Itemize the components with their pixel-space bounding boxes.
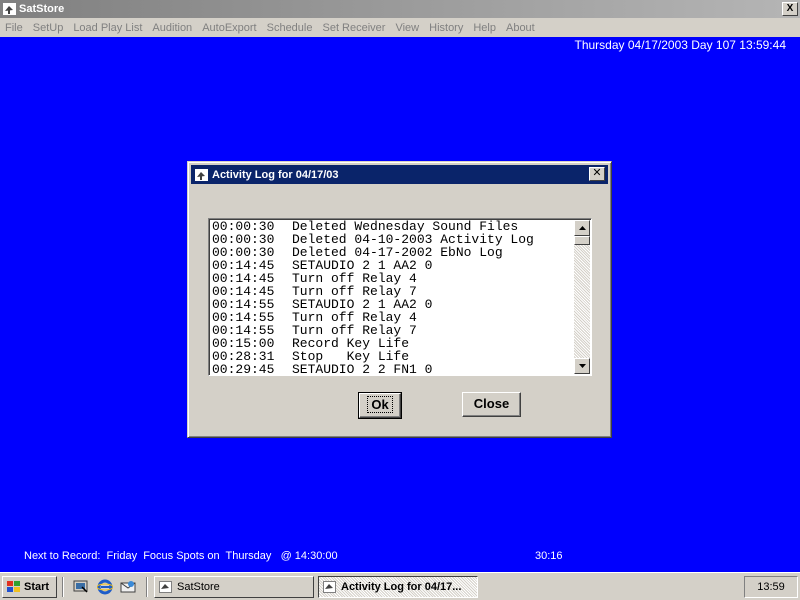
system-tray-clock[interactable]: 13:59 xyxy=(744,576,798,598)
menu-load-play-list[interactable]: Load Play List xyxy=(68,22,147,34)
next-to-record-status: Next to Record: Friday Focus Spots on Th… xyxy=(24,550,338,562)
scroll-thumb[interactable] xyxy=(574,236,590,245)
dialog-title: Activity Log for 04/17/03 xyxy=(212,168,339,181)
menu-view[interactable]: View xyxy=(390,22,424,34)
taskbar-separator xyxy=(62,577,64,597)
satellite-app-icon xyxy=(158,580,172,594)
log-time: 00:29:45 xyxy=(212,362,275,376)
internet-explorer-icon[interactable] xyxy=(96,578,114,596)
dialog-app-icon xyxy=(194,168,208,182)
menu-history[interactable]: History xyxy=(424,22,468,34)
dialog-close-button[interactable]: ✕ xyxy=(589,167,605,181)
outlook-express-icon[interactable] xyxy=(119,578,137,596)
scroll-up-button[interactable] xyxy=(574,220,590,236)
taskbar: Start SatStore Activity Log for 04/17...… xyxy=(0,572,800,600)
menu-file[interactable]: File xyxy=(0,22,28,34)
menu-about[interactable]: About xyxy=(501,22,540,34)
menu-bar: File SetUp Load Play List Audition AutoE… xyxy=(0,18,800,37)
task-activity-log[interactable]: Activity Log for 04/17... xyxy=(318,576,478,598)
menu-audition[interactable]: Audition xyxy=(147,22,197,34)
ok-button[interactable]: Ok xyxy=(358,392,402,419)
log-row[interactable]: 00:29:45 SETAUDIO 2 2 FN1 0 xyxy=(212,362,572,376)
menu-help[interactable]: Help xyxy=(468,22,501,34)
ok-button-label: Ok xyxy=(367,396,393,413)
scroll-down-button[interactable] xyxy=(574,358,590,374)
satellite-app-icon xyxy=(322,580,336,594)
app-title: SatStore xyxy=(19,3,65,15)
start-button[interactable]: Start xyxy=(2,576,57,598)
arrow-up-icon xyxy=(578,226,586,230)
current-datetime: Thursday 04/17/2003 Day 107 13:59:44 xyxy=(574,38,787,52)
start-label: Start xyxy=(24,581,50,593)
app-title-bar[interactable]: SatStore X xyxy=(0,0,800,18)
task-label: Activity Log for 04/17... xyxy=(341,581,462,593)
menu-set-receiver[interactable]: Set Receiver xyxy=(317,22,390,34)
menu-autoexport[interactable]: AutoExport xyxy=(197,22,261,34)
activity-log-list[interactable]: 00:00:30 Deleted Wednesday Sound Files 00… xyxy=(208,218,592,376)
dialog-title-bar[interactable]: Activity Log for 04/17/03 ✕ xyxy=(191,165,608,184)
arrow-down-icon xyxy=(578,364,586,368)
log-scrollbar[interactable] xyxy=(574,220,590,374)
windows-logo-icon xyxy=(7,581,20,592)
menu-schedule[interactable]: Schedule xyxy=(262,22,318,34)
menu-setup[interactable]: SetUp xyxy=(28,22,69,34)
satellite-app-icon xyxy=(2,2,16,16)
taskbar-separator xyxy=(146,577,148,597)
app-close-button[interactable]: X xyxy=(782,2,798,16)
show-desktop-icon[interactable] xyxy=(72,578,90,596)
task-satstore[interactable]: SatStore xyxy=(154,576,314,598)
log-text: SETAUDIO 2 2 FN1 0 xyxy=(292,362,433,376)
record-timer: 30:16 xyxy=(535,550,563,562)
close-button[interactable]: Close xyxy=(462,392,521,417)
log-rows: 00:00:30 Deleted Wednesday Sound Files 00… xyxy=(212,220,572,376)
activity-log-dialog: Activity Log for 04/17/03 ✕ 00:00:30 Dele… xyxy=(187,161,612,438)
task-label: SatStore xyxy=(177,581,220,593)
